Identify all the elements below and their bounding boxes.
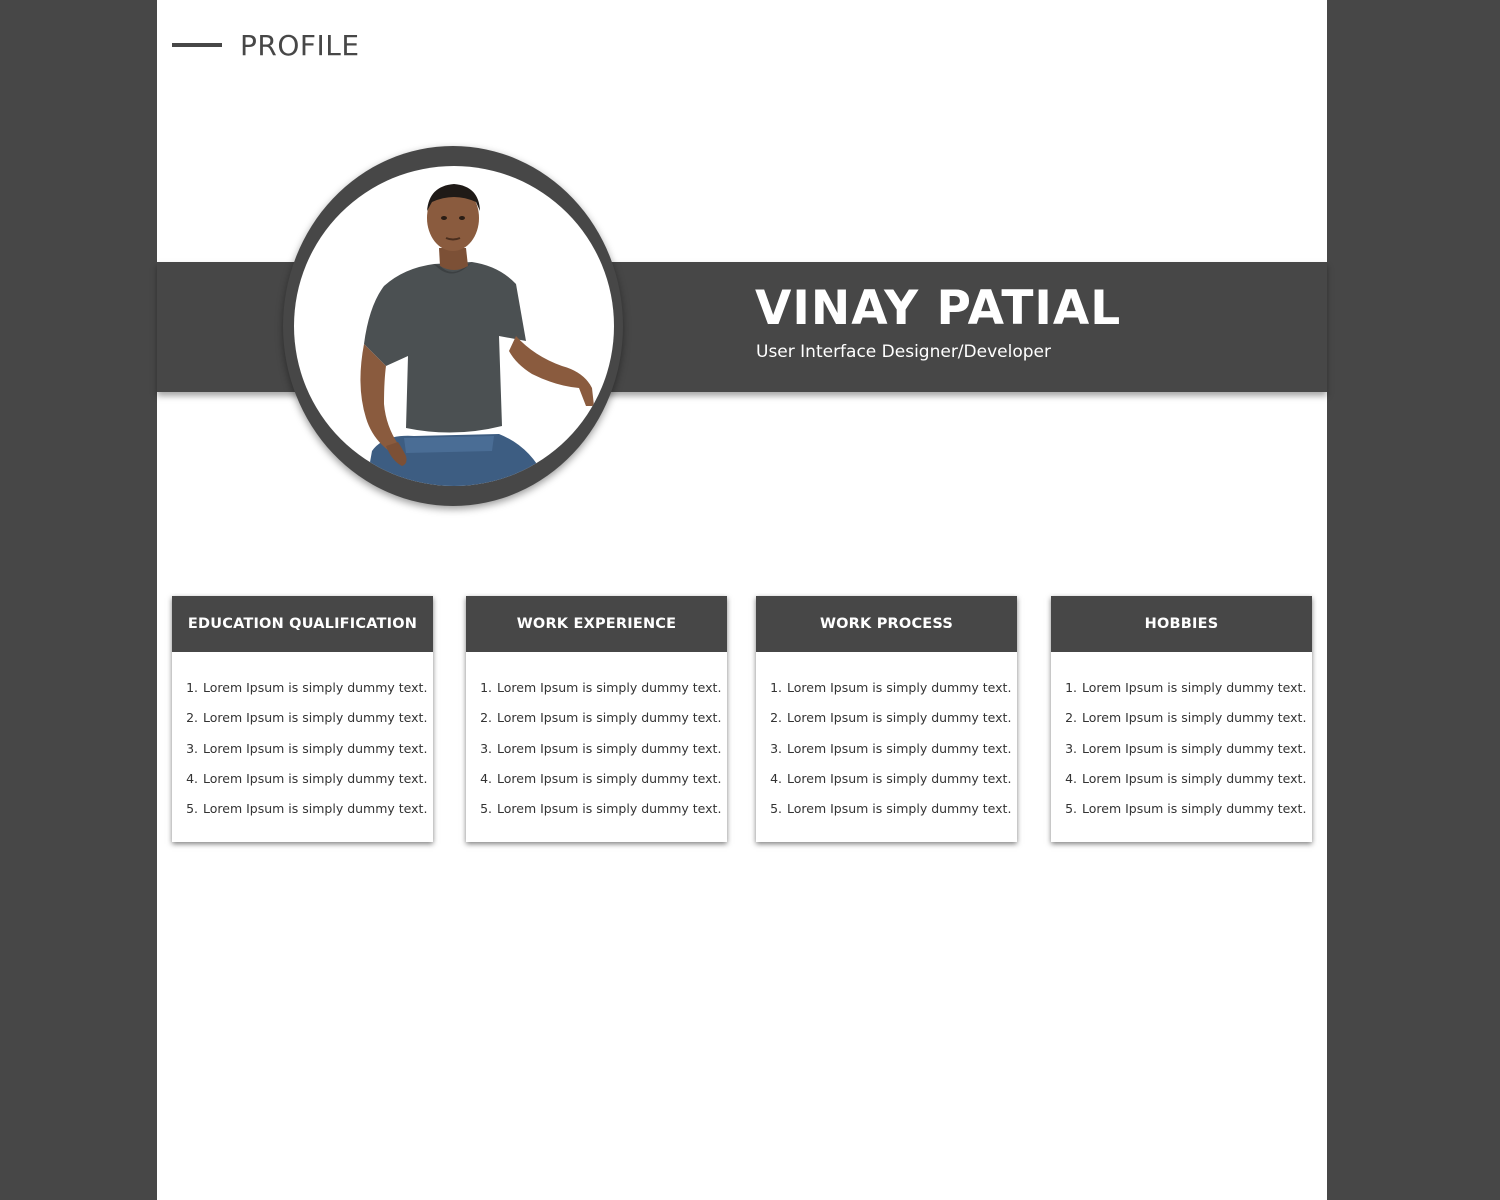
card-list: Lorem Ipsum is simply dummy text. Lorem … [756,652,1017,828]
page-title: PROFILE [240,28,360,62]
list-item: Lorem Ipsum is simply dummy text. [786,677,1017,707]
card-title: HOBBIES [1051,596,1312,652]
list-item: Lorem Ipsum is simply dummy text. [1081,707,1312,737]
section-heading: PROFILE [172,24,360,66]
list-item: Lorem Ipsum is simply dummy text. [202,677,433,707]
list-item: Lorem Ipsum is simply dummy text. [496,768,727,798]
card-hobbies: HOBBIES Lorem Ipsum is simply dummy text… [1051,596,1312,842]
card-title: EDUCATION QUALIFICATION [172,596,433,652]
list-item: Lorem Ipsum is simply dummy text. [496,707,727,737]
avatar-photo [294,166,614,486]
heading-rule [172,43,222,47]
list-item: Lorem Ipsum is simply dummy text. [1081,738,1312,768]
card-list: Lorem Ipsum is simply dummy text. Lorem … [172,652,433,828]
list-item: Lorem Ipsum is simply dummy text. [786,738,1017,768]
card-work-experience: WORK EXPERIENCE Lorem Ipsum is simply du… [466,596,727,842]
list-item: Lorem Ipsum is simply dummy text. [202,738,433,768]
card-title: WORK PROCESS [756,596,1017,652]
list-item: Lorem Ipsum is simply dummy text. [786,707,1017,737]
list-item: Lorem Ipsum is simply dummy text. [786,768,1017,798]
card-work-process: WORK PROCESS Lorem Ipsum is simply dummy… [756,596,1017,842]
list-item: Lorem Ipsum is simply dummy text. [202,707,433,737]
card-title: WORK EXPERIENCE [466,596,727,652]
card-education: EDUCATION QUALIFICATION Lorem Ipsum is s… [172,596,433,842]
person-illustration [360,184,594,486]
avatar [283,146,623,506]
profile-role: User Interface Designer/Developer [756,342,1051,362]
card-list: Lorem Ipsum is simply dummy text. Lorem … [466,652,727,828]
list-item: Lorem Ipsum is simply dummy text. [496,677,727,707]
list-item: Lorem Ipsum is simply dummy text. [496,738,727,768]
list-item: Lorem Ipsum is simply dummy text. [1081,798,1312,828]
list-item: Lorem Ipsum is simply dummy text. [202,768,433,798]
list-item: Lorem Ipsum is simply dummy text. [202,798,433,828]
profile-page: PROFILE VINAY PATIAL User Interface Desi… [157,0,1327,1200]
card-list: Lorem Ipsum is simply dummy text. Lorem … [1051,652,1312,828]
profile-name: VINAY PATIAL [755,281,1122,336]
list-item: Lorem Ipsum is simply dummy text. [1081,677,1312,707]
list-item: Lorem Ipsum is simply dummy text. [1081,768,1312,798]
list-item: Lorem Ipsum is simply dummy text. [786,798,1017,828]
list-item: Lorem Ipsum is simply dummy text. [496,798,727,828]
